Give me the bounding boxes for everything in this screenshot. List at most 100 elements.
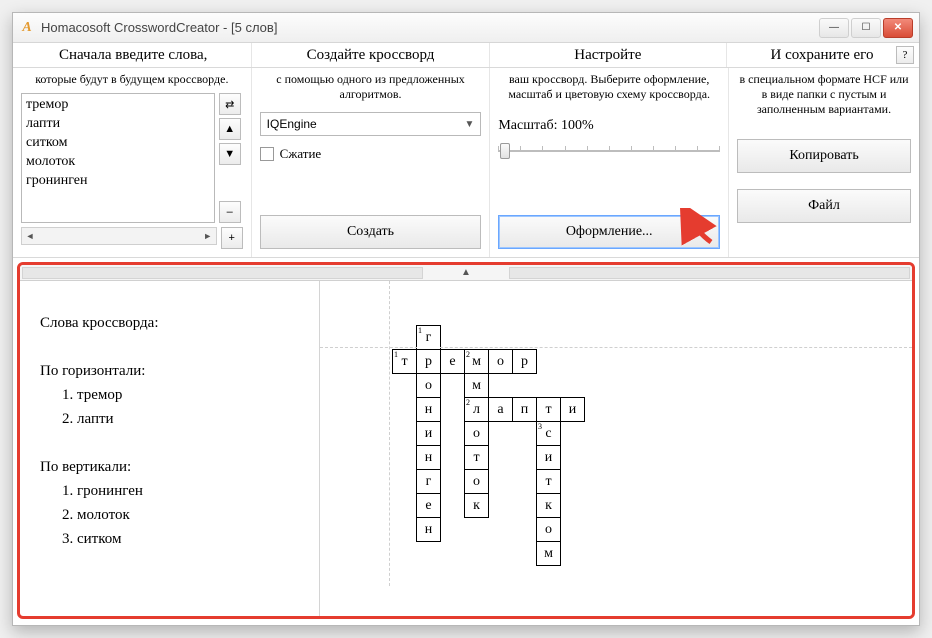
- window-buttons: — ☐ ✕: [819, 18, 913, 38]
- grid-cell: и: [561, 398, 585, 422]
- grid-empty: [489, 422, 513, 446]
- zoom-value: 100%: [561, 118, 594, 133]
- word-list-item[interactable]: лапти: [26, 115, 210, 134]
- step-4-label: И сохраните его: [770, 47, 873, 63]
- grid-empty: [441, 446, 465, 470]
- clue-across-item: 2. лапти: [40, 407, 309, 431]
- move-down-button[interactable]: ▼: [219, 143, 241, 165]
- chevron-down-icon: ▼: [464, 119, 474, 130]
- grid-empty: [441, 518, 465, 542]
- algorithm-select[interactable]: IQEngine ▼: [260, 112, 482, 136]
- grid-empty: [513, 494, 537, 518]
- step-1-header: Сначала введите слова,: [15, 43, 252, 67]
- grid-cell: о: [465, 422, 489, 446]
- step-headers: Сначала введите слова, Создайте кроссвор…: [13, 43, 919, 68]
- zoom-slider[interactable]: [498, 140, 720, 160]
- grid-empty: [537, 326, 561, 350]
- grid-empty: [561, 446, 585, 470]
- grid-empty: [489, 470, 513, 494]
- step-4-header: И сохраните его ?: [727, 43, 917, 67]
- scroll-left-icon: ◄: [24, 230, 36, 242]
- grid-empty: [393, 494, 417, 518]
- minimize-button[interactable]: —: [819, 18, 849, 38]
- grid-empty: [465, 518, 489, 542]
- grid-empty: [417, 542, 441, 566]
- crossword-grid: 1г1тре2моромн2лаптиио3снтиготеккном: [392, 325, 585, 566]
- app-window: A Homacosoft CrosswordCreator - [5 слов]…: [12, 12, 920, 626]
- panel-words-sub: которые будут в будущем кроссворде.: [21, 72, 243, 87]
- grid-empty: [393, 374, 417, 398]
- titlebar: A Homacosoft CrosswordCreator - [5 слов]…: [13, 13, 919, 43]
- panel-words: которые будут в будущем кроссворде. трем…: [13, 68, 252, 257]
- compress-row[interactable]: Сжатие: [260, 146, 482, 162]
- grid-empty: [393, 398, 417, 422]
- grid-cell: к: [537, 494, 561, 518]
- grid-cell: н: [417, 446, 441, 470]
- panel-save-sub: в специальном формате HCF или в виде пап…: [737, 72, 911, 117]
- grid-empty: [441, 422, 465, 446]
- close-button[interactable]: ✕: [883, 18, 913, 38]
- word-list-item[interactable]: гронинген: [26, 172, 210, 191]
- grid-empty: [513, 374, 537, 398]
- step-2-header: Создайте кроссворд: [252, 43, 489, 67]
- grid-empty: [561, 494, 585, 518]
- vertical-guide: [389, 281, 390, 586]
- create-button[interactable]: Создать: [260, 215, 482, 249]
- grid-cell: т: [537, 470, 561, 494]
- panel-save: в специальном формате HCF или в виде пап…: [729, 68, 919, 257]
- panel-create-sub: с помощью одного из предложенных алгорит…: [260, 72, 482, 102]
- grid-cell: н: [417, 518, 441, 542]
- word-list-item[interactable]: тремор: [26, 96, 210, 115]
- grid-empty: [489, 542, 513, 566]
- preview-hscroll[interactable]: ▲: [20, 265, 912, 281]
- window-title: Homacosoft CrosswordCreator - [5 слов]: [41, 20, 819, 35]
- algorithm-value: IQEngine: [267, 117, 317, 131]
- grid-empty: [441, 326, 465, 350]
- grid-empty: [441, 494, 465, 518]
- grid-empty: [489, 494, 513, 518]
- grid-cell: 1т: [393, 350, 417, 374]
- panel-configure: ваш кроссворд. Выберите оформление, масш…: [490, 68, 729, 257]
- grid-cell: 1г: [417, 326, 441, 350]
- grid-cell: о: [417, 374, 441, 398]
- grid-empty: [537, 374, 561, 398]
- grid-empty: [393, 470, 417, 494]
- grid-cell: м: [537, 542, 561, 566]
- grid-empty: [513, 446, 537, 470]
- word-list-item[interactable]: молоток: [26, 153, 210, 172]
- design-button[interactable]: Оформление...: [498, 215, 720, 249]
- help-button[interactable]: ?: [896, 46, 914, 64]
- compress-label: Сжатие: [280, 146, 322, 162]
- word-list[interactable]: треморлаптиситкоммолотокгронинген: [21, 93, 215, 223]
- grid-cell: к: [465, 494, 489, 518]
- word-list-item[interactable]: ситком: [26, 134, 210, 153]
- add-word-button[interactable]: +: [221, 227, 243, 249]
- panels-row: которые будут в будущем кроссворде. трем…: [13, 68, 919, 258]
- clue-down-item: 3. ситком: [40, 527, 309, 551]
- slider-thumb[interactable]: [500, 143, 510, 159]
- grid-cell: м: [465, 374, 489, 398]
- grid-cell: о: [465, 470, 489, 494]
- grid-empty: [489, 326, 513, 350]
- panel-configure-sub: ваш кроссворд. Выберите оформление, масш…: [498, 72, 720, 102]
- grid-empty: [393, 326, 417, 350]
- grid-empty: [513, 518, 537, 542]
- scroll-right-icon: ►: [202, 230, 214, 242]
- grid-empty: [513, 422, 537, 446]
- clue-across-head: По горизонтали:: [40, 359, 309, 383]
- compress-checkbox[interactable]: [260, 147, 274, 161]
- remove-word-button[interactable]: –: [219, 201, 241, 223]
- file-button[interactable]: Файл: [737, 189, 911, 223]
- swap-button[interactable]: ⇄: [219, 93, 241, 115]
- maximize-button[interactable]: ☐: [851, 18, 881, 38]
- zoom-label-row: Масштаб: 100%: [498, 118, 720, 134]
- grid-cell: н: [417, 398, 441, 422]
- grid-pane[interactable]: 1г1тре2моромн2лаптиио3снтиготеккном: [320, 281, 912, 616]
- clue-down-head: По вертикали:: [40, 455, 309, 479]
- clue-title: Слова кроссворда:: [40, 311, 309, 335]
- wordlist-hscroll[interactable]: ◄ ►: [21, 227, 217, 245]
- clue-down-item: 1. гронинген: [40, 479, 309, 503]
- move-up-button[interactable]: ▲: [219, 118, 241, 140]
- grid-empty: [393, 446, 417, 470]
- copy-button[interactable]: Копировать: [737, 139, 911, 173]
